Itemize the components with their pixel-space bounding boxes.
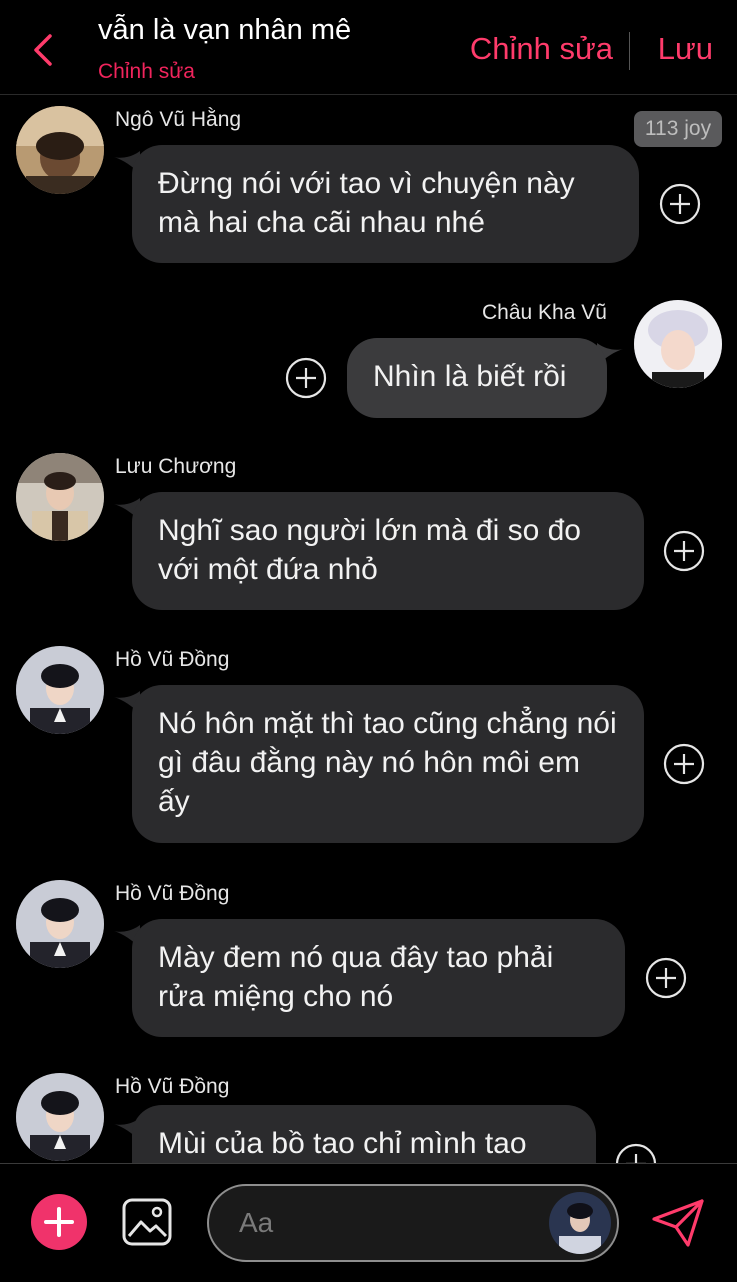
- plus-circle-icon[interactable]: [615, 1143, 657, 1163]
- plus-circle-icon[interactable]: [645, 957, 687, 999]
- sender-name: Hồ Vũ Đồng: [115, 1075, 230, 1098]
- add-icon: [44, 1207, 74, 1237]
- message-list[interactable]: 113 joy Ngô Vũ Hằng Đừng nói với tao vì …: [0, 95, 737, 1163]
- message-bubble[interactable]: Nó hôn mặt thì tao cũng chẳng nói gì đâu…: [132, 685, 644, 843]
- message-input[interactable]: [237, 1202, 541, 1244]
- message-bubble[interactable]: Mùi của bồ tao chỉ mình tao: [132, 1105, 596, 1163]
- avatar[interactable]: [634, 300, 722, 388]
- avatar[interactable]: [549, 1192, 611, 1254]
- plus-circle-icon[interactable]: [659, 183, 701, 225]
- avatar[interactable]: [16, 1073, 104, 1161]
- message-item: Châu Kha Vũ Nhìn là biết rồi: [0, 295, 737, 435]
- avatar[interactable]: [16, 880, 104, 968]
- sender-name: Hồ Vũ Đồng: [115, 648, 230, 671]
- avatar[interactable]: [16, 106, 104, 194]
- header-divider: [629, 32, 630, 70]
- send-button[interactable]: [650, 1197, 706, 1249]
- message-item: Hồ Vũ Đồng Mùi của bồ tao chỉ mình tao: [0, 1067, 737, 1163]
- back-chevron-icon: [34, 34, 52, 66]
- sender-name: Châu Kha Vũ: [482, 301, 607, 324]
- plus-circle-icon[interactable]: [663, 743, 705, 785]
- chat-header: vẫn là vạn nhân mê Chỉnh sửa Chỉnh sửa L…: [0, 0, 737, 95]
- composer-bar: [0, 1163, 737, 1282]
- message-bubble[interactable]: Đừng nói với tao vì chuyện này mà hai ch…: [132, 145, 639, 263]
- message-bubble[interactable]: Nhìn là biết rồi: [347, 338, 607, 418]
- message-item: Lưu Chương Nghĩ sao người lớn mà đi so đ…: [0, 447, 737, 617]
- message-input-wrapper: [207, 1184, 619, 1262]
- avatar[interactable]: [16, 646, 104, 734]
- edit-button[interactable]: Chỉnh sửa: [470, 31, 613, 67]
- sender-name: Hồ Vũ Đồng: [115, 882, 230, 905]
- message-bubble[interactable]: Nghĩ sao người lớn mà đi so đo với một đ…: [132, 492, 644, 610]
- message-item: Hồ Vũ Đồng Nó hôn mặt thì tao cũng chẳng…: [0, 640, 737, 855]
- plus-circle-icon[interactable]: [663, 530, 705, 572]
- message-bubble[interactable]: Mày đem nó qua đây tao phải rửa miệng ch…: [132, 919, 625, 1037]
- send-icon: [652, 1199, 704, 1247]
- plus-circle-icon[interactable]: [285, 357, 327, 399]
- chat-title: vẫn là vạn nhân mê: [98, 14, 352, 46]
- message-item: Ngô Vũ Hằng Đừng nói với tao vì chuyện n…: [0, 95, 737, 275]
- image-icon: [122, 1198, 172, 1246]
- add-button[interactable]: [31, 1194, 87, 1250]
- avatar[interactable]: [16, 453, 104, 541]
- message-item: Hồ Vũ Đồng Mày đem nó qua đây tao phải r…: [0, 874, 737, 1044]
- image-button[interactable]: [120, 1195, 174, 1249]
- chat-subtitle[interactable]: Chỉnh sửa: [98, 60, 195, 84]
- back-button[interactable]: [26, 28, 62, 72]
- sender-name: Lưu Chương: [115, 455, 237, 478]
- save-button[interactable]: Lưu: [658, 31, 713, 67]
- sender-name: Ngô Vũ Hằng: [115, 108, 242, 131]
